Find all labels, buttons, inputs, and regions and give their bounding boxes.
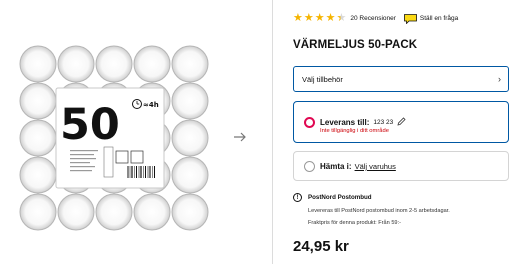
burn-time-text: ≈4h xyxy=(143,101,159,109)
chevron-right-icon: › xyxy=(498,74,501,84)
shipping-price-text: Fraktpris för denna produkt: Från 59:- xyxy=(308,220,401,226)
star-icon: ★ xyxy=(314,12,325,24)
tealight-candle xyxy=(171,119,209,157)
accessory-select[interactable]: Välj tillbehör › xyxy=(293,66,509,92)
tealight-candle xyxy=(19,45,57,83)
info-icon: ! xyxy=(293,193,302,202)
tealight-candle xyxy=(171,82,209,120)
tealight-candle xyxy=(57,45,95,83)
star-icon: ★ xyxy=(303,12,314,24)
tealight-candle xyxy=(171,193,209,231)
delivery-radio[interactable] xyxy=(304,116,315,128)
delivery-option[interactable]: Leverans till: 123 23 Inte tillgänglig i… xyxy=(293,101,509,143)
pack-count-text: 50 xyxy=(60,100,120,150)
pickup-radio[interactable] xyxy=(304,161,315,172)
pencil-icon[interactable] xyxy=(397,113,406,131)
pickup-label: Hämta i: xyxy=(320,162,352,171)
delivery-unavailable-text: Inte tillgänglig i ditt område xyxy=(320,128,389,134)
tealight-candle xyxy=(19,193,57,231)
shipping-info: ! PostNord Postombud xyxy=(293,193,372,202)
tealight-candle xyxy=(19,156,57,194)
star-icon: ★ xyxy=(325,12,336,24)
ask-question-label: Ställ en fråga xyxy=(419,15,459,22)
tealight-candle xyxy=(133,193,171,231)
ask-question-link[interactable]: Ställ en fråga xyxy=(404,13,459,24)
panel-divider xyxy=(272,0,273,264)
star-rating[interactable]: ★ ★ ★ ★ ★ xyxy=(293,13,346,24)
choose-store-link[interactable]: Välj varuhus xyxy=(355,162,396,171)
half-star-icon: ★ xyxy=(336,12,347,24)
shipping-delivery-text: Levereras till PostNord postombud inom 2… xyxy=(308,208,450,214)
product-title: VÄRMELJUS 50-PACK xyxy=(293,39,418,51)
tealight-candle xyxy=(19,119,57,157)
rating-row: ★ ★ ★ ★ ★ 20 Recensioner Ställ en fråga xyxy=(293,13,458,24)
star-icon: ★ xyxy=(293,12,303,24)
package-label: 50 ≈4h xyxy=(55,87,165,189)
tealight-candle xyxy=(95,45,133,83)
delivery-label: Leverans till: xyxy=(320,117,370,127)
tealight-candle xyxy=(133,45,171,83)
postcode-value: 123 23 xyxy=(373,118,394,126)
accessory-label: Välj tillbehör xyxy=(302,74,343,84)
tealight-candle xyxy=(171,45,209,83)
next-image-arrow-icon[interactable] xyxy=(233,130,247,144)
pickup-option[interactable]: Hämta i: Välj varuhus xyxy=(293,151,509,181)
tealight-candle xyxy=(95,193,133,231)
product-price: 24,95 kr xyxy=(293,238,349,255)
shipping-title: PostNord Postombud xyxy=(308,194,372,201)
tealight-candle xyxy=(57,193,95,231)
speech-bubble-icon xyxy=(404,13,417,24)
tealight-candle xyxy=(19,82,57,120)
reviews-link[interactable]: 20 Recensioner xyxy=(350,15,396,22)
tealight-candle xyxy=(171,156,209,194)
product-image: 50 ≈4h xyxy=(0,0,232,264)
